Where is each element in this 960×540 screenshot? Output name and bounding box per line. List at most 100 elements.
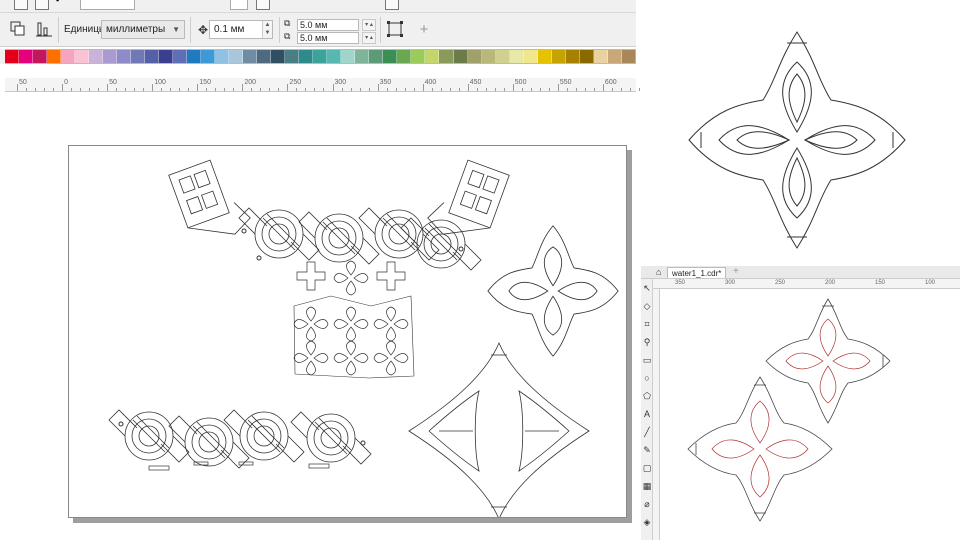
color-swatch[interactable] — [355, 50, 370, 63]
color-swatch[interactable] — [201, 50, 216, 63]
duplicate-y-icon: ⧉ — [284, 31, 291, 41]
drawing-page[interactable] — [68, 145, 627, 521]
fill-tool-icon[interactable]: ◈ — [642, 517, 652, 527]
nudge-spinner[interactable]: ▲ ▼ — [262, 21, 272, 38]
pen-tool-icon[interactable]: ✎ — [642, 445, 652, 455]
align-icon[interactable] — [34, 20, 54, 40]
color-swatch[interactable] — [229, 50, 244, 63]
color-swatch[interactable] — [131, 50, 146, 63]
duplicate-y-spinner[interactable]: ▾ ▴ — [362, 32, 376, 44]
shape-tool-icon[interactable]: ◇ — [642, 301, 652, 311]
color-swatch[interactable] — [285, 50, 300, 63]
color-swatch[interactable] — [579, 50, 594, 63]
ruler-tick — [548, 88, 550, 91]
color-swatch[interactable] — [481, 50, 496, 63]
color-swatch[interactable] — [271, 50, 286, 63]
units-dropdown[interactable]: миллиметры ▼ — [101, 20, 185, 39]
treat-as-filled-icon[interactable] — [385, 20, 405, 40]
ellipse-tool-icon[interactable]: ○ — [642, 373, 652, 383]
color-swatch[interactable] — [5, 50, 20, 63]
color-swatch[interactable] — [257, 50, 272, 63]
color-swatch[interactable] — [215, 50, 230, 63]
horizontal-ruler[interactable]: 50 0 50 100 150 200 250 300 350 400 450 500 550 600 — [5, 78, 640, 92]
color-swatch[interactable] — [145, 50, 160, 63]
lock-ratio-icon[interactable]: ▪ — [56, 0, 70, 9]
second-window-canvas[interactable] — [660, 289, 960, 540]
shadow-tool-icon[interactable]: ▢ — [642, 463, 652, 473]
color-swatch[interactable] — [523, 50, 538, 63]
zoom-tool-icon[interactable]: ⚲ — [642, 337, 652, 347]
nudge-distance-input[interactable]: 0.1 мм ▲ ▼ — [209, 20, 273, 39]
color-swatch[interactable] — [495, 50, 510, 63]
ruler-tick — [359, 88, 361, 91]
ruler-label: 600 — [604, 79, 617, 86]
settings-button[interactable] — [385, 0, 399, 10]
duplicate-x-spinner[interactable]: ▾ ▴ — [362, 19, 376, 31]
color-swatch[interactable] — [607, 50, 622, 63]
color-swatch[interactable] — [565, 50, 580, 63]
add-icon[interactable]: + — [414, 20, 434, 40]
color-swatch[interactable] — [425, 50, 440, 63]
second-window-vertical-ruler[interactable] — [653, 289, 660, 540]
color-swatch[interactable] — [369, 50, 384, 63]
color-swatch[interactable] — [173, 50, 188, 63]
color-swatch[interactable] — [383, 50, 398, 63]
color-swatch[interactable] — [439, 50, 454, 63]
second-window-ruler[interactable]: 350 300 250 200 150 100 — [653, 279, 960, 289]
color-swatch[interactable] — [187, 50, 202, 63]
document-tab[interactable]: water1_1.cdr* — [667, 267, 727, 278]
color-swatch[interactable] — [313, 50, 328, 63]
page-number-field[interactable] — [230, 0, 248, 10]
color-swatch[interactable] — [551, 50, 566, 63]
color-swatch[interactable] — [33, 50, 48, 63]
color-swatch[interactable] — [61, 50, 76, 63]
ruler-tick — [98, 88, 100, 91]
color-swatch[interactable] — [621, 50, 636, 63]
landscape-button[interactable] — [155, 0, 169, 10]
color-swatch[interactable] — [327, 50, 342, 63]
duplicate-distance-y-row: ⧉ 5.0 мм ▾ ▴ — [284, 31, 376, 44]
color-swatch[interactable] — [243, 50, 258, 63]
polygon-tool-icon[interactable]: ⬠ — [642, 391, 652, 401]
color-swatch[interactable] — [509, 50, 524, 63]
home-icon[interactable]: ⌂ — [656, 267, 661, 277]
color-swatch[interactable] — [103, 50, 118, 63]
ruler-tick — [431, 88, 433, 91]
pick-tool-icon[interactable]: ↖ — [642, 283, 652, 293]
color-swatch[interactable] — [593, 50, 608, 63]
eyedropper-tool-icon[interactable]: ⌀ — [642, 499, 652, 509]
page-size-field[interactable] — [80, 0, 135, 10]
gear-icon[interactable] — [350, 0, 364, 10]
text-tool-icon[interactable]: A — [642, 409, 652, 419]
units-icon[interactable] — [8, 20, 28, 40]
color-swatch[interactable] — [411, 50, 426, 63]
duplicate-y-input[interactable]: 5.0 мм — [297, 32, 359, 44]
ruler-tick — [503, 88, 505, 91]
transparency-tool-icon[interactable]: ▦ — [642, 481, 652, 491]
color-swatch[interactable] — [453, 50, 468, 63]
color-swatch[interactable] — [397, 50, 412, 63]
ruler-label: 100 — [925, 280, 936, 286]
ruler-tick — [413, 88, 415, 91]
color-swatch[interactable] — [89, 50, 104, 63]
color-swatch[interactable] — [117, 50, 132, 63]
color-swatch[interactable] — [341, 50, 356, 63]
crop-tool-icon[interactable]: ⌗ — [642, 319, 652, 329]
color-swatch[interactable] — [467, 50, 482, 63]
color-swatch[interactable] — [537, 50, 552, 63]
line-tool-icon[interactable]: ╱ — [642, 427, 652, 437]
page-options-button[interactable] — [256, 0, 270, 10]
color-swatch[interactable] — [75, 50, 90, 63]
ruler-label: 100 — [154, 79, 166, 86]
separator — [190, 17, 191, 43]
color-swatch[interactable] — [159, 50, 174, 63]
color-swatch[interactable] — [299, 50, 314, 63]
color-swatch[interactable] — [47, 50, 62, 63]
duplicate-x-input[interactable]: 5.0 мм — [297, 19, 359, 31]
add-tab-icon[interactable]: + — [733, 266, 739, 277]
object-size-button[interactable] — [35, 0, 49, 10]
color-swatch[interactable] — [19, 50, 34, 63]
rectangle-tool-icon[interactable]: ▭ — [642, 355, 652, 365]
object-position-button[interactable] — [14, 0, 28, 10]
ruler-tick — [170, 88, 172, 91]
